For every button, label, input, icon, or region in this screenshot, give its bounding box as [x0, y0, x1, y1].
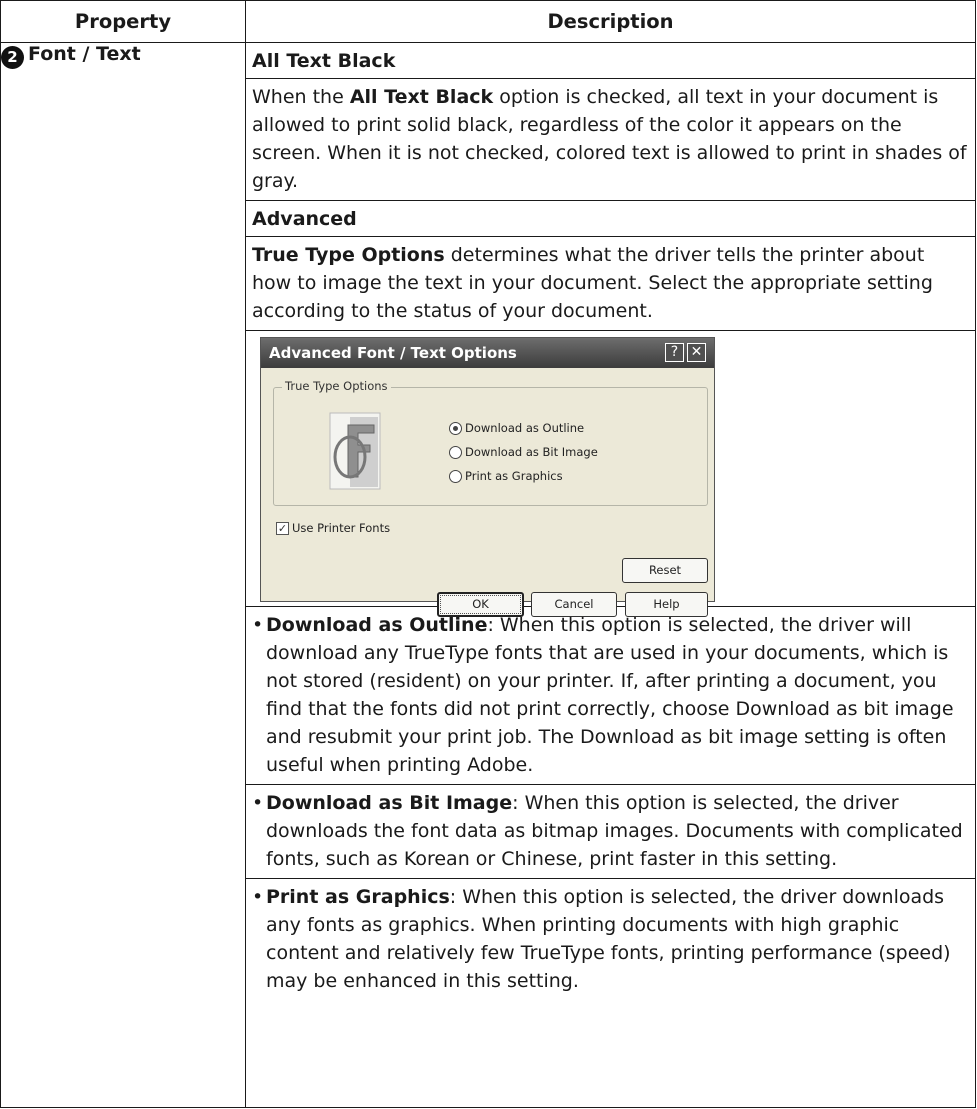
section-heading-all-text-black: All Text Black — [246, 43, 975, 79]
table-header-row: Property Description — [0, 0, 976, 43]
option-print-as-graphics[interactable]: Print as Graphics — [449, 469, 563, 483]
option-download-bit-image[interactable]: Download as Bit Image — [449, 445, 598, 459]
advanced-font-dialog: Advanced Font / Text Options ? ✕ True Ty… — [260, 337, 715, 617]
ok-button[interactable]: OK — [437, 592, 524, 617]
all-text-black-paragraph: When the All Text Black option is checke… — [246, 79, 975, 201]
property-label: Font / Text — [28, 43, 141, 65]
table-row: 2 Font / Text All Text Black When the All… — [0, 42, 976, 1108]
section-heading-advanced: Advanced — [246, 201, 975, 237]
font-icon — [329, 412, 381, 490]
dialog-titlebar: Advanced Font / Text Options ? ✕ — [261, 338, 714, 368]
group-label: True Type Options — [282, 379, 391, 393]
cancel-button[interactable]: Cancel — [531, 592, 617, 617]
help-icon[interactable]: ? — [665, 343, 684, 362]
bullet-download-outline: • Download as Outline: When this option i… — [246, 607, 975, 785]
bullet-print-as-graphics: • Print as Graphics: When this option is … — [252, 886, 951, 992]
header-property: Property — [0, 0, 246, 43]
option-download-outline[interactable]: Download as Outline — [449, 421, 584, 435]
use-printer-fonts-checkbox[interactable]: ✓ — [276, 521, 289, 535]
number-badge: 2 — [1, 46, 24, 69]
dialog-title: Advanced Font / Text Options — [269, 344, 517, 362]
reset-button[interactable]: Reset — [622, 558, 708, 583]
radio-download-outline[interactable] — [449, 421, 462, 435]
true-type-options-group: True Type Options Download as Outline Do… — [273, 379, 708, 506]
property-cell: 2 Font / Text — [0, 42, 246, 1108]
radio-print-as-graphics[interactable] — [449, 469, 462, 483]
dialog-screenshot: Advanced Font / Text Options ? ✕ True Ty… — [246, 331, 975, 617]
bullet-download-bit-image: • Download as Bit Image: When this option… — [246, 785, 975, 879]
advanced-paragraph: True Type Options determines what the dr… — [246, 237, 975, 331]
help-button[interactable]: Help — [625, 592, 708, 617]
use-printer-fonts-checkbox-row[interactable]: ✓ Use Printer Fonts — [276, 521, 390, 535]
description-cell: All Text Black When the All Text Black o… — [245, 42, 976, 1108]
radio-download-bit-image[interactable] — [449, 445, 462, 459]
close-icon[interactable]: ✕ — [687, 343, 706, 362]
header-description: Description — [245, 0, 976, 43]
property-table: Property Description 2 Font / Text All Te… — [0, 0, 976, 1108]
